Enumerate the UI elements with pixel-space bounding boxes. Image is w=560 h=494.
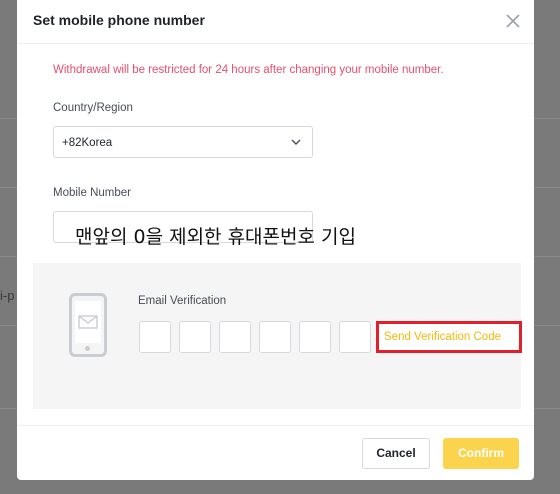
country-select[interactable]: +82Korea xyxy=(53,126,313,158)
dialog-title: Set mobile phone number xyxy=(33,12,205,28)
phone-home-button xyxy=(85,346,90,351)
mobile-phone-icon xyxy=(69,293,107,357)
code-digit-4[interactable] xyxy=(259,321,291,353)
close-icon[interactable] xyxy=(504,12,522,30)
annotation-text: 맨앞의 0을 제외한 휴대폰번호 기입 xyxy=(75,226,356,248)
send-verification-code-button[interactable]: Send Verification Code xyxy=(376,321,522,353)
phone-screen xyxy=(75,301,101,343)
dialog-header: Set mobile phone number xyxy=(17,0,534,44)
email-verification-label: Email Verification xyxy=(138,295,227,307)
background-partial-text: i-p xyxy=(0,288,15,303)
set-mobile-dialog: Set mobile phone number Withdrawal will … xyxy=(17,0,534,480)
confirm-button[interactable]: Confirm xyxy=(443,438,519,469)
footer-divider xyxy=(17,425,534,426)
cancel-button[interactable]: Cancel xyxy=(362,438,430,469)
code-digit-3[interactable] xyxy=(219,321,251,353)
country-select-value: +82Korea xyxy=(62,137,113,149)
mobile-number-label: Mobile Number xyxy=(53,187,131,199)
code-digit-5[interactable] xyxy=(299,321,331,353)
withdrawal-warning: Withdrawal will be restricted for 24 hou… xyxy=(53,64,444,76)
chevron-down-icon xyxy=(291,139,301,145)
code-digit-2[interactable] xyxy=(179,321,211,353)
country-label: Country/Region xyxy=(53,102,133,114)
code-digit-6[interactable] xyxy=(339,321,371,353)
email-verification-panel: Email Verification Send Verification Cod… xyxy=(33,263,522,409)
code-digit-1[interactable] xyxy=(139,321,171,353)
envelope-icon xyxy=(78,315,98,329)
